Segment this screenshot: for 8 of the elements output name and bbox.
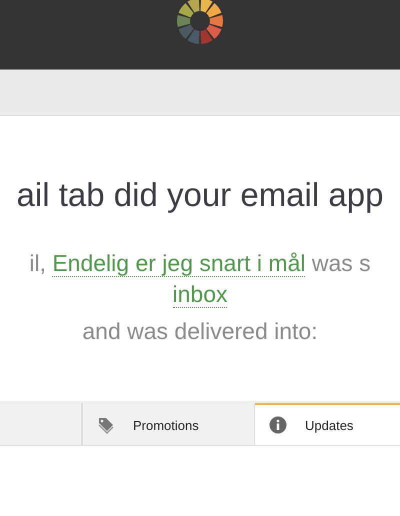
question-title: ail tab did your email app	[16, 176, 384, 214]
color-wheel-logo	[175, 0, 225, 44]
inbox-tab[interactable]: Promotions	[83, 403, 255, 445]
info-icon	[269, 416, 287, 434]
delivery-note: and was delivered into:	[82, 318, 318, 345]
tag-icon	[97, 416, 115, 434]
result-sentence: il, Endelig er jeg snart i mål was s	[29, 250, 371, 277]
tab[interactable]	[0, 403, 83, 445]
